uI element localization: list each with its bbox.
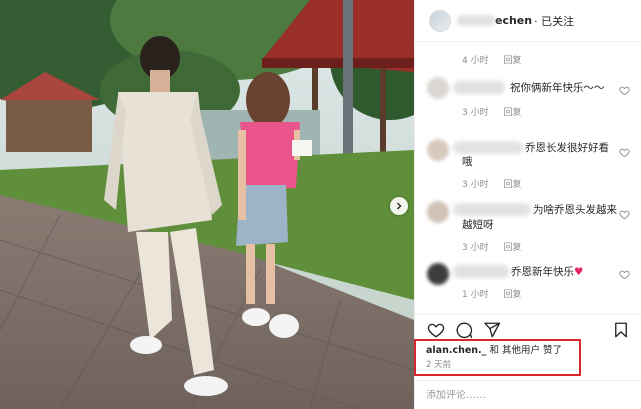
liker-username[interactable]: alan.chen._	[426, 345, 486, 356]
comment-text-continued: 哦	[462, 156, 473, 168]
heart-outline-icon[interactable]	[427, 321, 445, 339]
paper-plane-icon[interactable]	[483, 321, 501, 339]
list-item: 为啥乔恩头发越来 越短呀 3 小时 回复	[415, 195, 641, 255]
commenter-avatar[interactable]	[427, 201, 449, 223]
speech-bubble-icon[interactable]	[455, 321, 473, 339]
comment-text: 乔恩长发很好好看	[525, 142, 609, 154]
comment-time: 1 小时	[462, 290, 489, 300]
commenter-avatar[interactable]	[427, 77, 449, 99]
comment-meta: 3 小时 回复	[462, 240, 533, 253]
post-header: echen · 已关注	[415, 0, 641, 42]
comments-list: 4 小时 回复 祝你俩新年快乐～～ 3 小时 回复 乔恩长发很好好看 哦 3 小…	[415, 43, 641, 313]
list-item: 乔恩新年快乐♥ 1 小时 回复	[415, 259, 641, 309]
add-comment-input[interactable]	[426, 389, 626, 401]
comment-time: 3 小时	[462, 243, 489, 253]
list-item: 祝你俩新年快乐～～ 3 小时 回复	[415, 75, 641, 127]
heart-outline-icon[interactable]	[619, 269, 630, 280]
comment-meta: 3 小时 回复	[462, 177, 533, 190]
post-username[interactable]: echen	[495, 14, 532, 27]
post-timestamp[interactable]: 2 天前	[426, 358, 451, 370]
chevron-right-icon	[397, 202, 402, 210]
username-blurred	[457, 15, 495, 26]
comment-text: 为啥乔恩头发越来	[533, 204, 617, 216]
commenter-name-blurred	[453, 265, 509, 278]
comment-time: 3 小时	[462, 180, 489, 190]
comment-text-body: 乔恩新年快乐	[511, 266, 574, 278]
comment-text: 祝你俩新年快乐～～	[510, 82, 605, 94]
likes-text[interactable]: 和 其他用户 赞了	[486, 345, 562, 356]
comment-time: 3 小时	[462, 108, 489, 118]
comment-time: 4 小时	[462, 56, 489, 66]
commenter-name-blurred	[453, 141, 523, 154]
reply-button[interactable]: 回复	[503, 56, 521, 66]
heart-outline-icon[interactable]	[619, 85, 630, 96]
add-comment-bar	[414, 380, 641, 409]
bookmark-icon[interactable]	[612, 321, 630, 339]
commenter-avatar[interactable]	[427, 263, 449, 285]
list-item: 4 小时 回复	[415, 43, 641, 66]
photo-scene	[0, 0, 414, 409]
heart-emoji: ♥	[574, 266, 584, 278]
follow-status: · 已关注	[534, 14, 575, 28]
comment-meta: 3 小时 回复	[462, 105, 533, 118]
avatar[interactable]	[429, 9, 451, 32]
reply-button[interactable]: 回复	[503, 290, 521, 300]
post-photo	[0, 0, 414, 409]
comment-meta: 1 小时 回复	[462, 287, 533, 300]
comment-meta: 4 小时 回复	[462, 53, 533, 66]
heart-outline-icon[interactable]	[619, 209, 630, 220]
reply-button[interactable]: 回复	[503, 108, 521, 118]
commenter-name-blurred	[453, 81, 505, 94]
commenter-name-blurred	[453, 203, 531, 216]
list-item: 乔恩长发很好好看 哦 3 小时 回复	[415, 135, 641, 190]
reply-button[interactable]: 回复	[503, 180, 521, 190]
heart-outline-icon[interactable]	[619, 147, 630, 158]
next-photo-button[interactable]	[390, 197, 408, 215]
likes-summary: alan.chen._ 和 其他用户 赞了	[426, 342, 562, 356]
comment-text-continued: 越短呀	[462, 219, 494, 231]
reply-button[interactable]: 回复	[503, 243, 521, 253]
comment-text: 乔恩新年快乐♥	[511, 265, 583, 279]
commenter-avatar[interactable]	[427, 139, 449, 161]
